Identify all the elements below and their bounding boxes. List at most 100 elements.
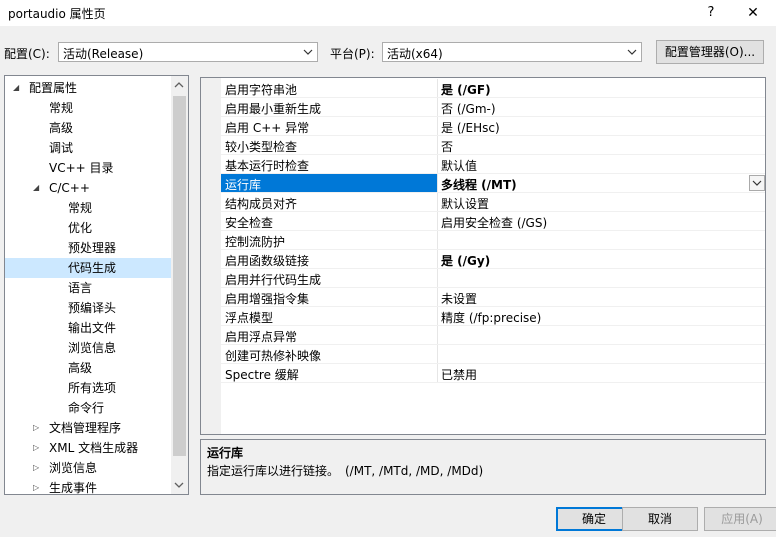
tree-item-label: 输出文件: [68, 321, 117, 335]
value-dropdown-button[interactable]: [749, 175, 765, 191]
platform-value: 活动(x64): [387, 47, 443, 61]
property-row[interactable]: 安全检查 启用安全检查 (/GS): [221, 212, 765, 231]
column-divider: [437, 174, 438, 193]
scroll-down-icon[interactable]: [174, 480, 184, 490]
property-value[interactable]: 启用安全检查 (/GS): [441, 214, 547, 231]
tree-item-label: 优化: [68, 221, 93, 235]
tree-item[interactable]: ◢ C/C++: [5, 178, 171, 198]
property-name: 安全检查: [225, 216, 274, 230]
property-value[interactable]: 否 (/Gm-): [441, 100, 496, 117]
tree-item[interactable]: ▷ 文档管理程序: [5, 418, 171, 438]
tree-item[interactable]: 预编译头: [5, 298, 171, 318]
property-row[interactable]: 启用最小重新生成 否 (/Gm-): [221, 98, 765, 117]
property-row[interactable]: 基本运行时检查 默认值: [221, 155, 765, 174]
collapsed-icon[interactable]: ▷: [33, 438, 39, 458]
tree-item-label: 高级: [49, 121, 74, 135]
tree-scrollbar[interactable]: [171, 76, 188, 494]
help-button[interactable]: ?: [700, 2, 722, 24]
column-divider: [437, 231, 438, 250]
tree-item[interactable]: ▷ XML 文档生成器: [5, 438, 171, 458]
tree-item-label: 浏览信息: [68, 341, 117, 355]
property-value[interactable]: 否: [441, 138, 453, 155]
collapsed-icon[interactable]: ▷: [33, 418, 39, 438]
tree-item[interactable]: 输出文件: [5, 318, 171, 338]
tree-item-label: 所有选项: [68, 381, 117, 395]
property-row[interactable]: 结构成员对齐 默认设置: [221, 193, 765, 212]
tree-item[interactable]: ▷ 浏览信息: [5, 458, 171, 478]
property-row[interactable]: Spectre 缓解 已禁用: [221, 364, 765, 383]
title-bar: portaudio 属性页 ? ✕: [0, 0, 776, 26]
tree-item-label: 预处理器: [68, 241, 117, 255]
property-name: 启用浮点异常: [225, 330, 298, 344]
tree-item-label: 命令行: [68, 401, 105, 415]
tree-item[interactable]: 预处理器: [5, 238, 171, 258]
tree-item[interactable]: VC++ 目录: [5, 158, 171, 178]
scroll-up-icon[interactable]: [174, 80, 184, 90]
property-row[interactable]: 控制流防护: [221, 231, 765, 250]
property-row[interactable]: 较小类型检查 否: [221, 136, 765, 155]
window-title: portaudio 属性页: [8, 7, 106, 21]
column-divider: [437, 307, 438, 326]
tree-item-label: VC++ 目录: [49, 161, 114, 175]
apply-button[interactable]: 应用(A): [704, 507, 776, 531]
tree-item[interactable]: 代码生成: [5, 258, 171, 278]
property-value[interactable]: 是 (/EHsc): [441, 119, 500, 136]
property-row[interactable]: 启用字符串池 是 (/GF): [221, 79, 765, 98]
grid-gutter: [201, 78, 221, 434]
property-tree[interactable]: ◢ 配置属性 常规 高级 调试 VC++ 目录 ◢ C/C++ 常规 优化 预处理器 代码生成 语言 预编…: [4, 75, 189, 495]
property-row[interactable]: 启用并行代码生成: [221, 269, 765, 288]
chevron-down-icon: [627, 49, 637, 55]
property-value[interactable]: 是 (/GF): [441, 81, 491, 98]
config-manager-button[interactable]: 配置管理器(O)...: [656, 40, 764, 64]
property-value[interactable]: 是 (/Gy): [441, 252, 490, 269]
property-row[interactable]: 启用浮点异常: [221, 326, 765, 345]
tree-item[interactable]: 语言: [5, 278, 171, 298]
property-row[interactable]: 创建可热修补映像: [221, 345, 765, 364]
column-divider: [437, 193, 438, 212]
tree-item[interactable]: ▷ 生成事件: [5, 478, 171, 495]
property-row[interactable]: 运行库 多线程 (/MT): [221, 174, 765, 193]
property-value[interactable]: 默认值: [441, 157, 477, 174]
property-name: 较小类型检查: [225, 140, 298, 154]
property-value[interactable]: 未设置: [441, 290, 477, 307]
property-value[interactable]: 多线程 (/MT): [441, 176, 517, 193]
tree-item-label: 生成事件: [49, 481, 98, 495]
tree-item[interactable]: 所有选项: [5, 378, 171, 398]
property-value[interactable]: 精度 (/fp:precise): [441, 309, 541, 326]
ok-button[interactable]: 确定: [556, 507, 632, 531]
expanded-icon[interactable]: ◢: [33, 178, 39, 198]
property-row[interactable]: 启用增强指令集 未设置: [221, 288, 765, 307]
close-button[interactable]: ✕: [742, 2, 764, 24]
tree-item[interactable]: 常规: [5, 98, 171, 118]
collapsed-icon[interactable]: ▷: [33, 458, 39, 478]
tree-item[interactable]: 高级: [5, 118, 171, 138]
tree-item[interactable]: 优化: [5, 218, 171, 238]
tree-item[interactable]: 命令行: [5, 398, 171, 418]
property-value[interactable]: 默认设置: [441, 195, 489, 212]
property-value[interactable]: 已禁用: [441, 366, 477, 383]
tree-item-label: 配置属性: [29, 81, 78, 95]
config-combo[interactable]: 活动(Release): [58, 42, 318, 62]
property-name: 基本运行时检查: [225, 159, 310, 173]
description-panel: 运行库 指定运行库以进行链接。 (/MT, /MTd, /MD, /MDd): [200, 439, 766, 495]
column-divider: [437, 136, 438, 155]
row-divider: [221, 382, 765, 383]
tree-item[interactable]: 高级: [5, 358, 171, 378]
property-name: 结构成员对齐: [225, 197, 298, 211]
tree-item[interactable]: 浏览信息: [5, 338, 171, 358]
property-row[interactable]: 浮点模型 精度 (/fp:precise): [221, 307, 765, 326]
property-row[interactable]: 启用函数级链接 是 (/Gy): [221, 250, 765, 269]
tree-item[interactable]: 调试: [5, 138, 171, 158]
platform-combo[interactable]: 活动(x64): [382, 42, 642, 62]
expanded-icon[interactable]: ◢: [13, 78, 19, 98]
tree-item-label: 常规: [68, 201, 93, 215]
property-name: 启用最小重新生成: [225, 102, 322, 116]
cancel-button[interactable]: 取消: [622, 507, 698, 531]
collapsed-icon[interactable]: ▷: [33, 478, 39, 494]
property-grid[interactable]: 启用字符串池是 (/GF) 启用最小重新生成 否 (/Gm-) 启用 C++ 异常是 …: [200, 77, 766, 435]
tree-item[interactable]: 常规: [5, 198, 171, 218]
tree-scroll-thumb[interactable]: [173, 96, 186, 456]
property-name: 控制流防护: [225, 235, 286, 249]
tree-item[interactable]: ◢ 配置属性: [5, 78, 171, 98]
property-row[interactable]: 启用 C++ 异常 是 (/EHsc): [221, 117, 765, 136]
